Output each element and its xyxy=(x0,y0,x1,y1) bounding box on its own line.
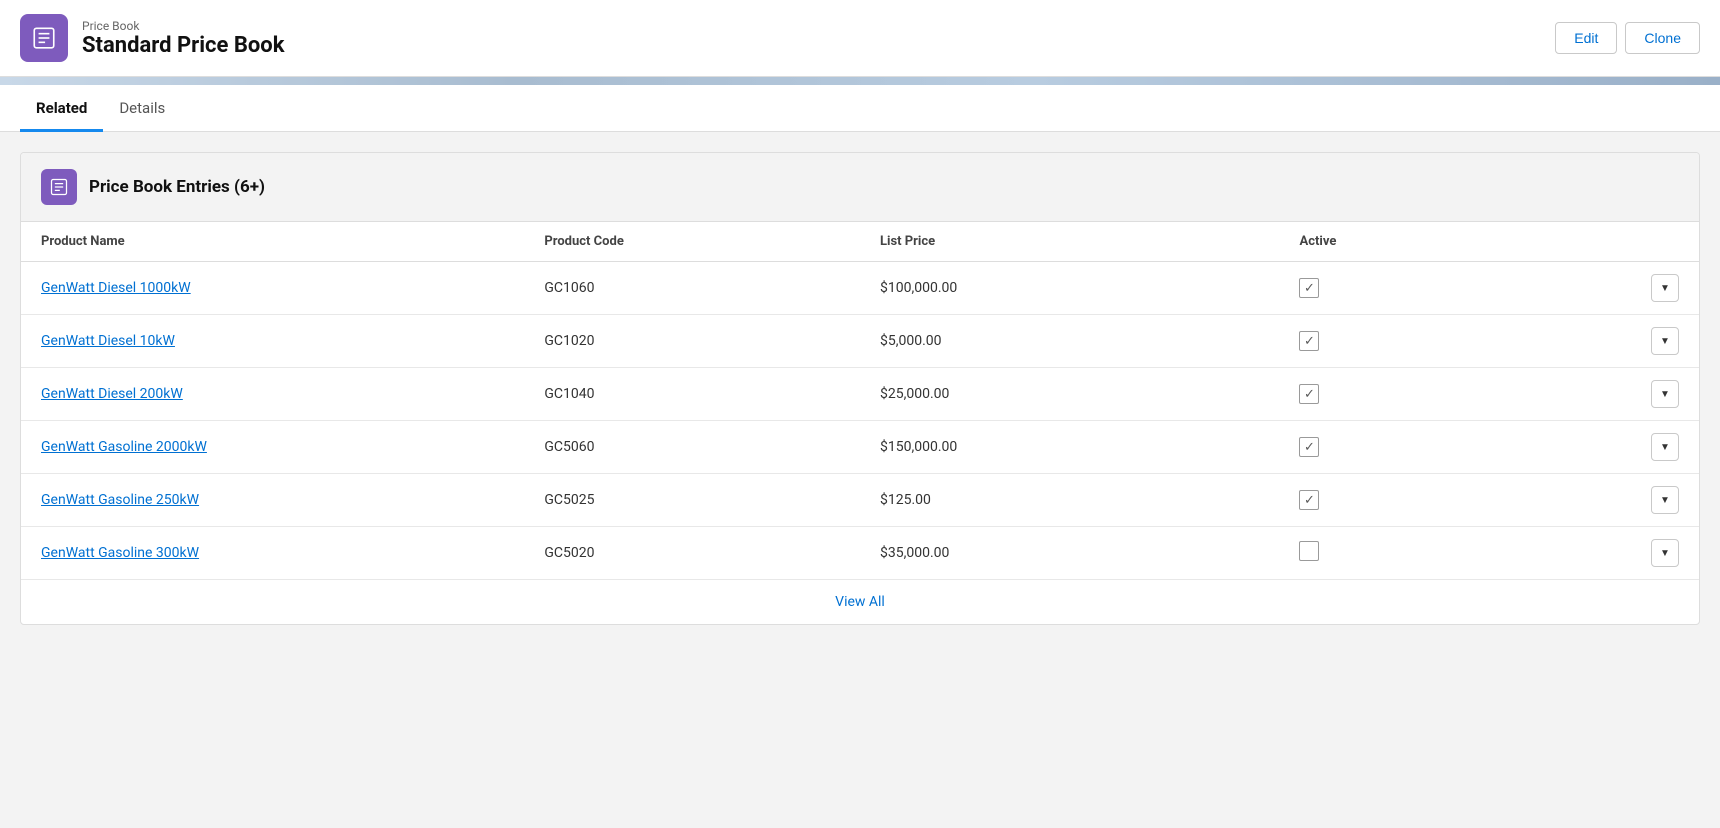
row-dropdown-button[interactable] xyxy=(1651,433,1679,461)
row-dropdown-button[interactable] xyxy=(1651,539,1679,567)
product-code-cell: GC1060 xyxy=(524,262,860,315)
entries-table: Product Name Product Code List Price Act… xyxy=(21,222,1699,579)
list-price-cell: $35,000.00 xyxy=(860,527,1280,580)
list-price-cell: $150,000.00 xyxy=(860,421,1280,474)
card-icon xyxy=(41,169,77,205)
main-content: Price Book Entries (6+) Product Name Pro… xyxy=(0,132,1720,645)
price-book-entries-card: Price Book Entries (6+) Product Name Pro… xyxy=(20,152,1700,625)
active-checkbox xyxy=(1299,384,1319,404)
tab-related[interactable]: Related xyxy=(20,85,103,132)
active-cell xyxy=(1279,527,1531,580)
row-dropdown-button[interactable] xyxy=(1651,327,1679,355)
table-row: GenWatt Diesel 10kW GC1020$5,000.00 xyxy=(21,315,1699,368)
list-price-cell: $5,000.00 xyxy=(860,315,1280,368)
action-cell xyxy=(1531,262,1699,315)
row-dropdown-button[interactable] xyxy=(1651,274,1679,302)
clone-button[interactable]: Clone xyxy=(1625,22,1700,54)
active-cell xyxy=(1279,421,1531,474)
header-text: Price Book Standard Price Book xyxy=(82,19,284,58)
col-header-action xyxy=(1531,222,1699,262)
action-cell xyxy=(1531,527,1699,580)
page-subtitle: Price Book xyxy=(82,19,284,33)
product-name-link[interactable]: GenWatt Gasoline 2000kW xyxy=(41,439,207,455)
list-price-cell: $125.00 xyxy=(860,474,1280,527)
row-dropdown-button[interactable] xyxy=(1651,380,1679,408)
decorative-stripe xyxy=(0,77,1720,85)
active-cell xyxy=(1279,315,1531,368)
view-all-link[interactable]: View All xyxy=(835,594,885,610)
product-code-cell: GC5025 xyxy=(524,474,860,527)
product-code-cell: GC5060 xyxy=(524,421,860,474)
active-cell xyxy=(1279,474,1531,527)
action-cell xyxy=(1531,421,1699,474)
active-checkbox xyxy=(1299,437,1319,457)
active-cell xyxy=(1279,262,1531,315)
active-checkbox xyxy=(1299,278,1319,298)
tabs-container: Related Details xyxy=(0,85,1720,132)
list-price-cell: $25,000.00 xyxy=(860,368,1280,421)
view-all-row: View All xyxy=(21,579,1699,624)
active-cell xyxy=(1279,368,1531,421)
table-row: GenWatt Gasoline 2000kW GC5060$150,000.00 xyxy=(21,421,1699,474)
product-name-link[interactable]: GenWatt Diesel 200kW xyxy=(41,386,183,402)
action-cell xyxy=(1531,315,1699,368)
product-code-cell: GC1020 xyxy=(524,315,860,368)
action-cell xyxy=(1531,368,1699,421)
edit-button[interactable]: Edit xyxy=(1555,22,1617,54)
table-row: GenWatt Gasoline 250kW GC5025$125.00 xyxy=(21,474,1699,527)
tabs: Related Details xyxy=(20,85,1700,131)
active-checkbox xyxy=(1299,490,1319,510)
page-header: Price Book Standard Price Book Edit Clon… xyxy=(0,0,1720,77)
action-cell xyxy=(1531,474,1699,527)
product-code-cell: GC5020 xyxy=(524,527,860,580)
active-checkbox xyxy=(1299,331,1319,351)
header-actions: Edit Clone xyxy=(1555,22,1700,54)
col-header-active: Active xyxy=(1279,222,1531,262)
page-title: Standard Price Book xyxy=(82,33,284,58)
list-price-cell: $100,000.00 xyxy=(860,262,1280,315)
col-header-list-price: List Price xyxy=(860,222,1280,262)
product-name-link[interactable]: GenWatt Gasoline 300kW xyxy=(41,545,199,561)
table-row: GenWatt Diesel 200kW GC1040$25,000.00 xyxy=(21,368,1699,421)
col-header-product-code: Product Code xyxy=(524,222,860,262)
table-header-row: Product Name Product Code List Price Act… xyxy=(21,222,1699,262)
product-name-link[interactable]: GenWatt Gasoline 250kW xyxy=(41,492,199,508)
col-header-product-name: Product Name xyxy=(21,222,524,262)
active-checkbox xyxy=(1299,541,1319,561)
table-row: GenWatt Gasoline 300kW GC5020$35,000.00 xyxy=(21,527,1699,580)
product-name-link[interactable]: GenWatt Diesel 10kW xyxy=(41,333,175,349)
header-left: Price Book Standard Price Book xyxy=(20,14,284,62)
card-title: Price Book Entries (6+) xyxy=(89,177,265,197)
row-dropdown-button[interactable] xyxy=(1651,486,1679,514)
card-header: Price Book Entries (6+) xyxy=(21,153,1699,222)
tab-details[interactable]: Details xyxy=(103,85,181,132)
product-code-cell: GC1040 xyxy=(524,368,860,421)
price-book-icon xyxy=(20,14,68,62)
product-name-link[interactable]: GenWatt Diesel 1000kW xyxy=(41,280,191,296)
table-row: GenWatt Diesel 1000kW GC1060$100,000.00 xyxy=(21,262,1699,315)
